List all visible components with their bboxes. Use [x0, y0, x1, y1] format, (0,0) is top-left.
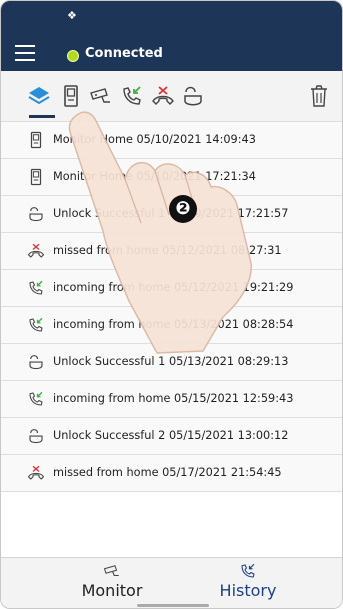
incoming-call-icon — [27, 390, 45, 408]
unlock-icon — [27, 353, 45, 371]
app-frame: ❖ Connected Monitor Home 05/10/2021 14:0… — [0, 0, 343, 609]
record-text: Unlock Successful 2 05/15/2021 13:00:12 — [53, 429, 289, 442]
incoming-call-icon — [27, 279, 45, 297]
list-item[interactable]: missed from home 05/17/2021 21:54:45 — [1, 455, 342, 492]
connection-status-text: Connected — [85, 46, 163, 61]
nav-monitor-label: Monitor — [81, 581, 143, 600]
incoming-call-icon[interactable] — [120, 84, 144, 108]
list-item[interactable]: Unlock Successful 2 05/15/2021 13:00:12 — [1, 418, 342, 455]
cctv-camera-icon[interactable] — [89, 84, 113, 108]
record-text: incoming from home 05/15/2021 12:59:43 — [53, 392, 294, 405]
call-history-icon — [238, 562, 258, 580]
active-filter-indicator — [29, 115, 55, 118]
missed-call-icon — [27, 464, 45, 482]
nav-monitor[interactable]: Monitor — [47, 562, 177, 606]
record-text: Unlock Successful 1 05/13/2021 08:29:13 — [53, 355, 289, 368]
history-list: Monitor Home 05/10/2021 14:09:43 Monitor… — [1, 122, 342, 492]
door-station-icon — [27, 168, 45, 186]
bottom-nav: Monitor History — [1, 557, 342, 608]
missed-call-icon — [27, 242, 45, 260]
record-text: incoming from home 05/12/2021 19:21:29 — [53, 281, 294, 294]
hamburger-menu-icon[interactable] — [15, 45, 35, 61]
unlock-icon[interactable] — [181, 84, 205, 108]
list-item[interactable]: incoming from home 05/13/2021 08:28:54 — [1, 307, 342, 344]
layers-icon[interactable] — [27, 84, 51, 108]
list-item[interactable]: Unlock Successful 1 05/13/2021 08:29:13 — [1, 344, 342, 381]
list-item[interactable]: incoming from home 05/12/2021 19:21:29 — [1, 270, 342, 307]
record-text: missed from home 05/12/2021 08:27:31 — [53, 244, 282, 257]
incoming-call-icon — [27, 316, 45, 334]
record-text: incoming from home 05/13/2021 08:28:54 — [53, 318, 294, 331]
unlock-icon — [27, 205, 45, 223]
record-text: missed from home 05/17/2021 21:54:45 — [53, 466, 282, 479]
nav-history[interactable]: History — [183, 562, 313, 606]
list-item[interactable]: incoming from home 05/15/2021 12:59:43 — [1, 381, 342, 418]
unlock-icon — [27, 427, 45, 445]
list-item[interactable]: missed from home 05/12/2021 08:27:31 — [1, 233, 342, 270]
home-indicator — [137, 604, 209, 607]
missed-call-icon[interactable] — [151, 84, 175, 108]
door-station-icon — [27, 131, 45, 149]
list-item[interactable]: Monitor Home 05/10/2021 14:09:43 — [1, 122, 342, 159]
trash-icon[interactable] — [307, 84, 331, 108]
cctv-camera-icon — [102, 562, 122, 580]
list-item[interactable]: Monitor Home 05/10/2021 17:21:34 — [1, 159, 342, 196]
nav-history-label: History — [219, 581, 277, 600]
step-number-badge: ❷ — [169, 195, 197, 223]
connection-status-dot — [67, 50, 79, 62]
app-header: ❖ Connected — [1, 1, 342, 71]
brand-logo-icon: ❖ — [67, 9, 77, 22]
record-text: Monitor Home 05/10/2021 14:09:43 — [53, 133, 256, 146]
record-text: Monitor Home 05/10/2021 17:21:34 — [53, 170, 256, 183]
door-station-icon[interactable] — [59, 84, 83, 108]
